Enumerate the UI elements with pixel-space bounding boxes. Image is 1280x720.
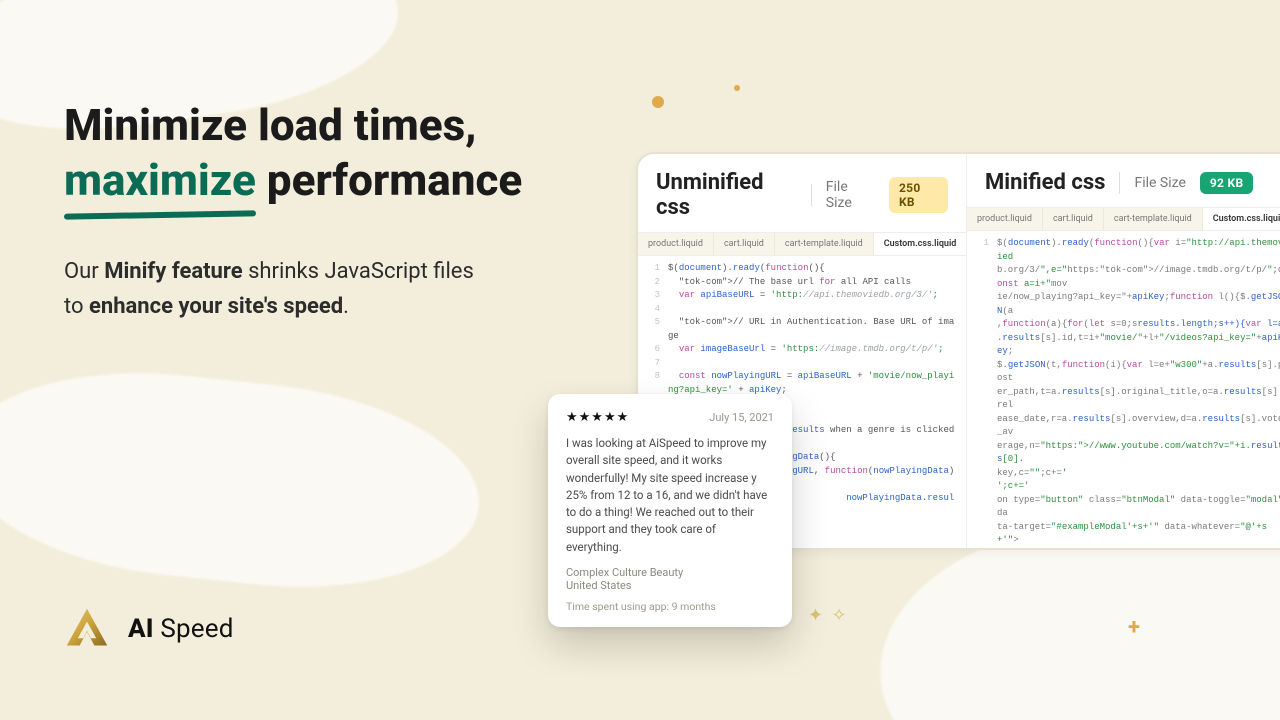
reviewer-country: United States — [566, 579, 774, 592]
brand-name: AI Speed — [128, 614, 234, 644]
review-meta: Time spent using app: 9 months — [566, 600, 774, 613]
file-tab[interactable]: Custom.css.liquid — [1203, 208, 1280, 230]
filesize-badge-minified: 92 KB — [1200, 172, 1254, 194]
file-tab[interactable]: cart-template.liquid — [1104, 208, 1203, 230]
filesize-badge-unminified: 250 KB — [889, 177, 948, 213]
review-date: July 15, 2021 — [709, 411, 774, 424]
decorative-dot — [734, 85, 740, 91]
decorative-dot — [652, 96, 664, 108]
file-tab[interactable]: cart-template.liquid — [775, 233, 874, 255]
brand-logo-icon — [64, 606, 110, 652]
review-body: I was looking at AiSpeed to improve my o… — [566, 435, 774, 556]
headline-emphasis: maximize — [64, 153, 256, 214]
reviewer-name: Complex Culture Beauty — [566, 566, 683, 579]
hero-subtext: Our Minify feature shrinks JavaScript fi… — [64, 254, 494, 324]
hero-headline: Minimize load times, maximize performanc… — [64, 98, 624, 214]
headline-line2-rest: performance — [256, 154, 522, 206]
decorative-plus-icon: + — [1128, 615, 1140, 640]
decorative-sparkle-icon — [808, 605, 849, 626]
file-tabs-minified: product.liquidcart.liquidcart-template.l… — [967, 207, 1280, 231]
customer-review-card: ★★★★★ July 15, 2021 I was looking at AiS… — [548, 394, 792, 627]
code-view-minified: 1$(document).ready(function(){var i="htt… — [967, 231, 1280, 548]
file-tab[interactable]: Custom.css.liquid — [874, 233, 968, 255]
file-tab[interactable]: product.liquid — [638, 233, 714, 255]
filesize-label: File Size — [1134, 175, 1185, 191]
brand-footer: AI Speed — [64, 606, 234, 652]
file-tab[interactable]: cart.liquid — [714, 233, 775, 255]
unminified-title: Unminified css — [656, 170, 797, 220]
filesize-label: File Size — [826, 179, 875, 211]
file-tab[interactable]: cart.liquid — [1043, 208, 1104, 230]
minified-column: Minified css File Size 92 KB product.liq… — [966, 154, 1280, 548]
file-tabs-unminified: product.liquidcart.liquidcart-template.l… — [638, 232, 966, 256]
headline-line1: Minimize load times, — [64, 99, 477, 151]
minified-title: Minified css — [985, 170, 1105, 195]
star-rating-icon: ★★★★★ — [566, 410, 629, 425]
file-tab[interactable]: product.liquid — [967, 208, 1043, 230]
